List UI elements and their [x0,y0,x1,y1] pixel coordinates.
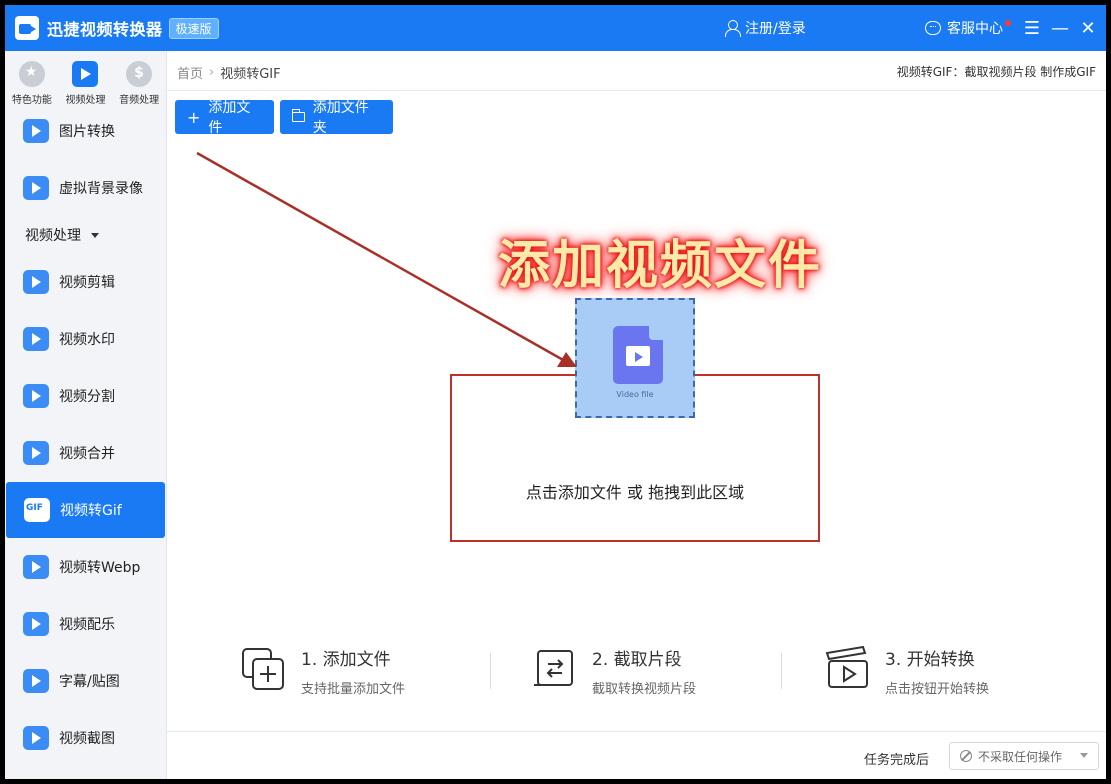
sidebar-item-video-split[interactable]: 视频分割 [5,368,165,424]
support-button[interactable]: 客服中心 [925,5,1011,51]
sidebar-item-video-merge[interactable]: 视频合并 [5,425,165,481]
menu-button[interactable]: ☰ [1017,5,1047,51]
sidebar-item-label: 视频分割 [59,389,115,405]
sidebar-item-label: 视频转Gif [60,503,122,519]
film-icon [72,61,99,87]
sidebar-item-label: 视频合并 [59,446,115,462]
notification-dot [1005,20,1011,26]
login-button[interactable]: 注册/登录 [725,5,806,51]
step-subtitle: 截取转换视频片段 [592,682,697,697]
plus-icon: + [187,107,201,127]
after-task-value: 不采取任何操作 [978,749,1063,764]
sidebar-item-label: 视频转Webp [59,560,141,576]
gif-icon [24,498,50,522]
title-bar: 迅捷视频转换器 极速版 注册/登录 客服中心 ☰ — ✕ [5,5,1106,51]
app-window: 迅捷视频转换器 极速版 注册/登录 客服中心 ☰ — ✕ 特色功能 [5,5,1106,779]
video-file-icon [613,326,663,384]
chat-icon [925,21,941,35]
edition-badge: 极速版 [168,17,219,39]
merge-icon [23,441,49,465]
split-icon [23,384,49,408]
close-button[interactable]: ✕ [1073,5,1103,51]
sidebar-item-label: 视频剪辑 [59,275,115,291]
after-task-select[interactable]: 不采取任何操作 [949,742,1099,770]
feature-hint: 视频转GIF：截取视频片段 制作成GIF [896,65,1096,79]
section-label: 视频处理 [25,228,81,244]
add-file-step-icon [242,648,284,690]
app-logo-icon [15,16,39,40]
image-icon [23,119,49,143]
video-file-drag-preview: Video file [575,298,695,418]
login-label: 注册/登录 [745,21,806,37]
add-folder-label: 添加文件夹 [312,100,369,136]
bottom-bar: 任务完成后 不采取任何操作 [167,731,1106,779]
after-task-label: 任务完成后 [864,753,930,768]
star-icon [18,61,45,87]
sidebar-item-video-music[interactable]: 视频配乐 [5,596,165,652]
minimize-button[interactable]: — [1045,5,1075,51]
user-icon [725,20,741,37]
virtual-background-icon [23,176,49,200]
sidebar-item-image-convert[interactable]: 图片转换 [5,103,165,159]
step-start-convert: 3. 开始转换 点击按钮开始转换 [825,645,989,697]
ban-icon [960,750,972,762]
sidebar: 特色功能 视频处理 音频处理 图片转换 虚拟背景录像 视频处理 视频剪辑 [5,51,167,779]
sidebar-item-video-edit[interactable]: 视频剪辑 [5,254,165,310]
convert-step-icon [825,645,868,688]
video-edit-icon [23,270,49,294]
chevron-down-icon [1080,753,1088,758]
step-add-file: 1. 添加文件 支持批量添加文件 [241,645,405,697]
header-divider [167,90,1106,91]
breadcrumb: 首页 › 视频转GIF [177,63,281,82]
sidebar-item-label: 字幕/贴图 [59,674,120,690]
sidebar-item-label: 视频配乐 [59,617,115,633]
add-file-button[interactable]: + 添加文件 [175,100,274,136]
sidebar-item-label: 虚拟背景录像 [59,181,143,197]
step-title: 2. 截取片段 [592,650,682,670]
minimize-icon: — [1051,17,1069,39]
menu-icon: ☰ [1023,17,1041,39]
step-title: 3. 开始转换 [885,650,975,670]
video-file-label: Video file [616,390,654,399]
app-title: 迅捷视频转换器 [47,20,163,39]
step-separator [490,653,491,689]
sidebar-item-subtitle-sticker[interactable]: 字幕/贴图 [5,653,165,709]
step-subtitle: 支持批量添加文件 [301,682,406,697]
clip-step-icon [534,650,573,686]
sidebar-item-virtual-background[interactable]: 虚拟背景录像 [5,160,165,216]
sidebar-item-label: 视频水印 [59,332,115,348]
audio-icon [126,61,153,87]
breadcrumb-home[interactable]: 首页 [177,63,203,82]
watermark-icon [23,327,49,351]
sidebar-item-video-to-webp[interactable]: 视频转Webp [5,539,165,595]
sidebar-item-video-watermark[interactable]: 视频水印 [5,311,165,367]
add-file-label: 添加文件 [208,100,251,136]
sidebar-item-video-to-gif[interactable]: 视频转Gif [6,482,165,538]
sidebar-item-label: 视频截图 [59,731,115,747]
section-video-processing[interactable]: 视频处理 [25,225,99,245]
step-title: 1. 添加文件 [301,650,391,670]
support-label: 客服中心 [947,21,1003,37]
music-icon [23,612,49,636]
close-icon: ✕ [1080,17,1096,39]
caret-down-icon [91,232,99,238]
sidebar-item-label: 图片转换 [59,124,115,140]
step-subtitle: 点击按钮开始转换 [885,682,990,697]
folder-icon [292,109,305,122]
drop-zone-text: 点击添加文件 或 拖拽到此区域 [525,483,745,502]
webp-icon [23,555,49,579]
screenshot-icon [23,726,49,750]
step-clip-segment: 2. 截取片段 截取转换视频片段 [532,645,696,697]
step-separator [781,653,782,689]
add-folder-button[interactable]: 添加文件夹 [280,100,393,136]
clapper-icon [626,346,650,366]
breadcrumb-separator: › [209,65,215,80]
sticker-icon [23,669,49,693]
sidebar-item-video-screenshot[interactable]: 视频截图 [5,710,165,766]
annotation-label: 添加视频文件 [497,235,822,296]
breadcrumb-current: 视频转GIF [220,67,281,82]
